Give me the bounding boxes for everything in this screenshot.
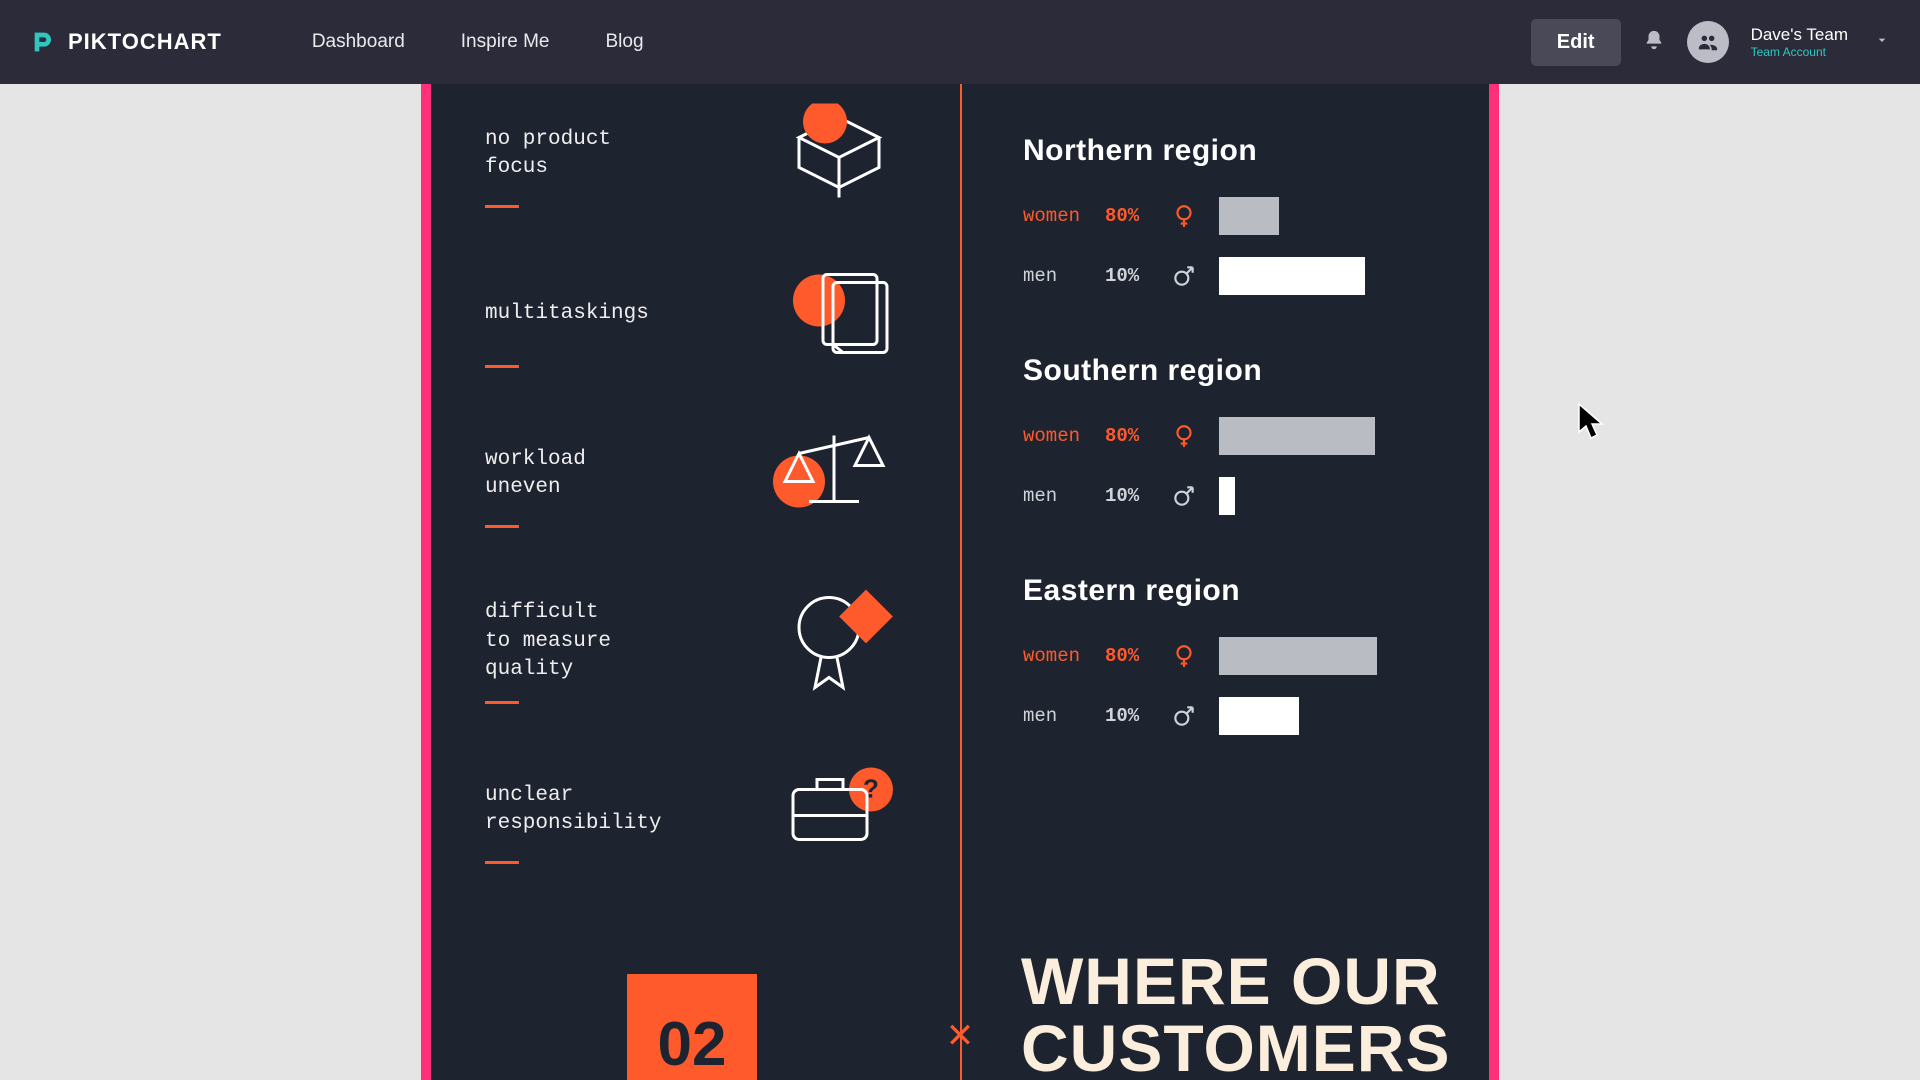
stat-pct: 80% (1105, 205, 1149, 227)
male-icon (1171, 263, 1197, 289)
team-name: Dave's Team (1751, 24, 1848, 45)
female-icon (1171, 423, 1197, 449)
male-icon (1171, 483, 1197, 509)
region-block: Southern region women 80% men 10% (1023, 354, 1453, 518)
issue-item: multitaskings (485, 234, 915, 394)
stat-row-women: women 80% (1023, 634, 1453, 678)
nav-dashboard[interactable]: Dashboard (312, 31, 405, 53)
topbar: PIKTOCHART Dashboard Inspire Me Blog Edi… (0, 0, 1920, 84)
stat-pct: 10% (1105, 705, 1149, 727)
stat-pct: 80% (1105, 645, 1149, 667)
team-avatar[interactable] (1687, 21, 1729, 63)
section-title: WHERE OURCUSTOMERSWANT TO BE (1021, 948, 1451, 1080)
bar-fill (1219, 697, 1299, 735)
team-account-label: Team Account (1751, 45, 1848, 60)
bar-fill (1219, 257, 1365, 295)
stat-row-women: women 80% (1023, 414, 1453, 458)
stage: ✕ no productfocus multitaskings (0, 84, 1920, 1080)
people-icon (1697, 31, 1719, 53)
nav-inspire-me[interactable]: Inspire Me (461, 31, 550, 53)
bar-track (1219, 697, 1379, 735)
scales-icon (769, 424, 899, 525)
stat-label: women (1023, 425, 1083, 447)
infographic-canvas[interactable]: ✕ no productfocus multitaskings (431, 84, 1489, 1080)
issue-label: workloaduneven (485, 446, 705, 503)
nav-blog[interactable]: Blog (605, 31, 643, 53)
brand-logo[interactable]: PIKTOCHART (30, 28, 222, 56)
brand-name: PIKTOCHART (68, 29, 222, 55)
region-block: Eastern region women 80% men 10% (1023, 574, 1453, 738)
stat-pct: 10% (1105, 485, 1149, 507)
main-nav: Dashboard Inspire Me Blog (312, 31, 644, 53)
issue-item: workloaduneven (485, 394, 915, 554)
chevron-down-icon[interactable] (1874, 32, 1890, 53)
pages-icon (789, 257, 899, 372)
bar-fill (1219, 417, 1375, 455)
issue-label: no productfocus (485, 126, 705, 183)
female-icon (1171, 203, 1197, 229)
issue-label: difficultto measurequality (485, 599, 705, 684)
bar-track (1219, 197, 1379, 235)
issues-column: no productfocus multitaskings workloadun… (485, 84, 915, 890)
underline (485, 701, 519, 704)
bar-track (1219, 257, 1379, 295)
briefcase-question-icon: ? (779, 760, 899, 861)
bar-fill (1219, 637, 1377, 675)
topbar-right: Edit Dave's Team Team Account (1531, 19, 1890, 66)
stat-label: men (1023, 265, 1083, 287)
female-icon (1171, 643, 1197, 669)
regions-column: Northern region women 80% men 10% (1023, 134, 1453, 794)
region-title: Northern region (1023, 134, 1453, 168)
box-icon (779, 104, 899, 205)
stat-label: women (1023, 645, 1083, 667)
region-title: Southern region (1023, 354, 1453, 388)
region-title: Eastern region (1023, 574, 1453, 608)
section-number: 02 (627, 974, 757, 1080)
stat-pct: 10% (1105, 265, 1149, 287)
stat-pct: 80% (1105, 425, 1149, 447)
stat-row-men: men 10% (1023, 474, 1453, 518)
male-icon (1171, 703, 1197, 729)
vertical-divider (960, 84, 962, 1080)
notifications-icon[interactable] (1643, 29, 1665, 56)
stat-label: men (1023, 485, 1083, 507)
region-block: Northern region women 80% men 10% (1023, 134, 1453, 298)
svg-text:?: ? (863, 774, 879, 804)
badge-check-icon (779, 580, 899, 705)
bar-track (1219, 637, 1379, 675)
divider-cross-icon: ✕ (946, 1016, 975, 1056)
logo-icon (30, 28, 58, 56)
stat-label: women (1023, 205, 1083, 227)
issue-label: unclearresponsibility (485, 782, 705, 839)
underline (485, 205, 519, 208)
stat-label: men (1023, 705, 1083, 727)
underline (485, 525, 519, 528)
issue-item: no productfocus (485, 84, 915, 234)
issue-item: unclearresponsibility ? (485, 730, 915, 890)
stat-row-women: women 80% (1023, 194, 1453, 238)
cursor-icon (1576, 402, 1612, 442)
stat-row-men: men 10% (1023, 254, 1453, 298)
bar-fill (1219, 477, 1235, 515)
issue-label: multitaskings (485, 300, 705, 328)
stat-row-men: men 10% (1023, 694, 1453, 738)
canvas-frame: ✕ no productfocus multitaskings (421, 84, 1499, 1080)
issue-item: difficultto measurequality (485, 554, 915, 730)
team-info[interactable]: Dave's Team Team Account (1751, 24, 1848, 60)
bar-track (1219, 417, 1379, 455)
underline (485, 365, 519, 368)
edit-button[interactable]: Edit (1531, 19, 1621, 66)
underline (485, 861, 519, 864)
bar-fill (1219, 197, 1279, 235)
bar-track (1219, 477, 1379, 515)
